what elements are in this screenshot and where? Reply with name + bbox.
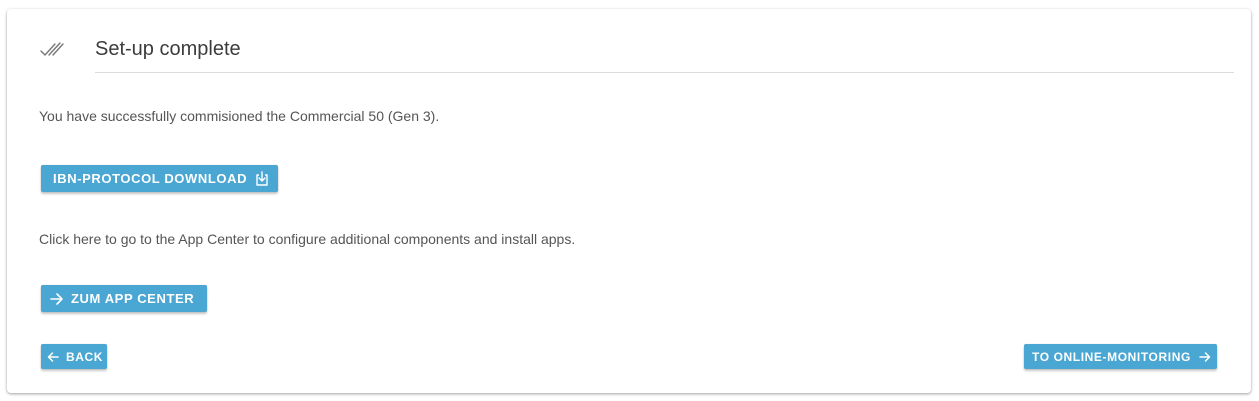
arrow-left-icon [47,351,59,363]
arrow-right-icon [1199,351,1211,363]
download-button-label: IBN-PROTOCOL DOWNLOAD [53,171,248,186]
arrow-right-icon [50,292,64,306]
app-center-hint: Click here to go to the App Center to co… [39,231,576,247]
ibn-protocol-download-button[interactable]: IBN-PROTOCOL DOWNLOAD [41,165,278,192]
zum-app-center-button[interactable]: ZUM APP CENTER [41,285,207,312]
download-icon [255,171,269,186]
double-check-icon [40,41,64,59]
setup-complete-card: Set-up complete You have successfully co… [7,9,1251,393]
header-divider [95,72,1234,73]
back-button-label: BACK [66,349,104,364]
online-monitoring-button-label: TO ONLINE-MONITORING [1032,349,1191,364]
to-online-monitoring-button[interactable]: TO ONLINE-MONITORING [1024,344,1217,369]
page-title: Set-up complete [95,38,241,60]
app-center-button-label: ZUM APP CENTER [71,291,195,306]
back-button[interactable]: BACK [41,344,107,369]
success-message: You have successfully commisioned the Co… [39,108,440,124]
